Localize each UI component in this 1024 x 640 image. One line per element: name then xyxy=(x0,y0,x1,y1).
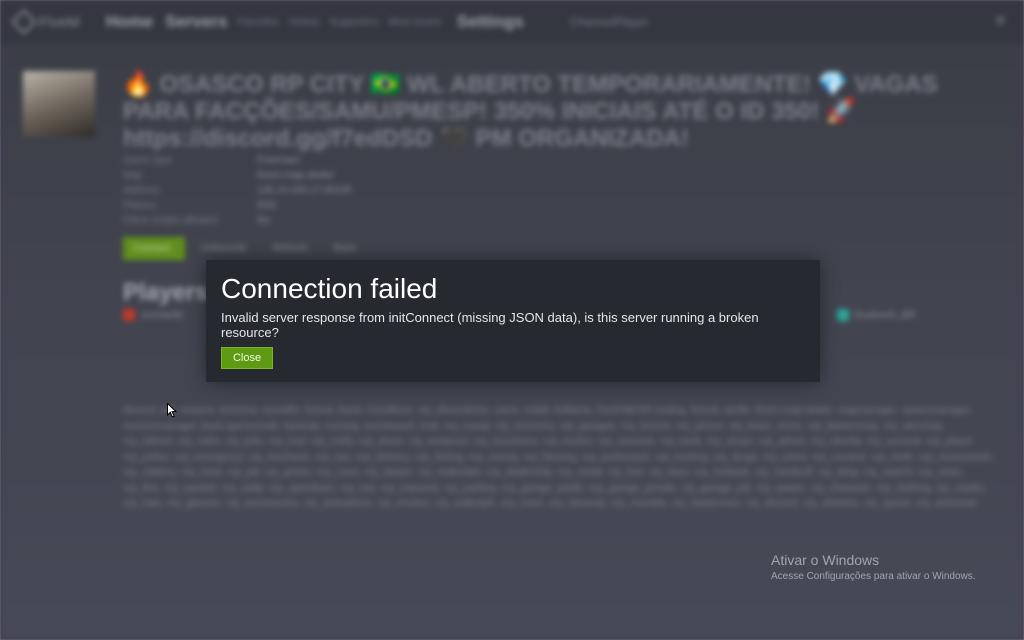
dialog-message: Invalid server response from initConnect… xyxy=(221,310,759,340)
player-chip: ourmanbr xyxy=(123,309,184,321)
unfavorite-button[interactable]: Unfavorite xyxy=(191,237,257,260)
back-button[interactable]: Back xyxy=(323,237,366,260)
info-key: Client scripts allowed xyxy=(123,215,217,226)
brand-name: FiveM xyxy=(39,13,80,31)
server-title: 🔥 OSASCO RP CITY 🇧🇷 WL ABERTO TEMPORARIA… xyxy=(123,71,938,152)
nav-sub-favorites[interactable]: Favorites xyxy=(237,17,278,28)
refresh-button[interactable]: Refresh xyxy=(262,237,318,260)
activation-subtitle: Acesse Configurações para ativar o Windo… xyxy=(771,571,976,582)
nav-sub-supporters[interactable]: Supporters xyxy=(330,17,379,28)
search-field[interactable]: ChannelPlayer xyxy=(570,15,649,29)
info-value: fivem-map-skater xyxy=(257,170,335,181)
windows-activation-watermark: Ativar o Windows Acesse Configurações pa… xyxy=(771,552,976,584)
info-row: Game type Freeroam xyxy=(123,155,352,170)
info-key: Players xyxy=(123,200,157,211)
close-icon[interactable]: ✕ xyxy=(994,11,1007,31)
fivem-logo-icon xyxy=(11,9,37,35)
resources-list: discord_log, oswano, bortonrp, esxedfis,… xyxy=(123,405,995,509)
players-heading: Players xyxy=(123,279,209,306)
top-navigation-bar: FiveM Home Servers Favorites History Sup… xyxy=(1,1,1023,43)
info-value: 0/32 xyxy=(257,200,277,211)
close-button[interactable]: Close xyxy=(221,347,273,369)
info-value: Freeroam xyxy=(257,155,301,166)
info-key: Address xyxy=(123,185,160,196)
info-row: Client scripts allowed No xyxy=(123,215,352,230)
player-name: [hudsonh_BR xyxy=(855,309,916,321)
connection-failed-dialog: Connection failed Invalid server respons… xyxy=(206,260,820,382)
info-key: Game type xyxy=(123,155,172,166)
nav-sub-history[interactable]: History xyxy=(289,17,320,28)
info-value: No xyxy=(257,215,270,226)
server-actions: Connect Unfavorite Refresh Back xyxy=(123,237,366,260)
info-row: Players 0/32 xyxy=(123,200,352,215)
info-value: 145.14.150.17:30120 xyxy=(257,185,352,196)
connect-button[interactable]: Connect xyxy=(123,237,185,260)
activation-title: Ativar o Windows xyxy=(771,552,880,568)
player-avatar xyxy=(837,309,849,321)
brand-logo[interactable]: FiveM xyxy=(11,9,80,35)
server-info-table: Game type Freeroam Map fivem-map-skater … xyxy=(123,155,352,230)
nav-sub-recent[interactable]: Most recent xyxy=(389,17,441,28)
info-row: Address 145.14.150.17:30120 xyxy=(123,185,352,200)
server-thumbnail xyxy=(23,71,95,137)
nav-settings[interactable]: Settings xyxy=(457,12,524,32)
info-key: Map xyxy=(123,170,143,181)
player-name: ourmanbr xyxy=(141,309,184,321)
player-chip: [hudsonh_BR xyxy=(837,309,916,321)
info-row: Map fivem-map-skater xyxy=(123,170,352,185)
nav-servers[interactable]: Servers xyxy=(165,12,227,32)
nav-home[interactable]: Home xyxy=(106,12,153,32)
player-avatar xyxy=(123,309,135,321)
dialog-title: Connection failed xyxy=(221,273,438,304)
mouse-pointer-icon xyxy=(167,403,177,418)
